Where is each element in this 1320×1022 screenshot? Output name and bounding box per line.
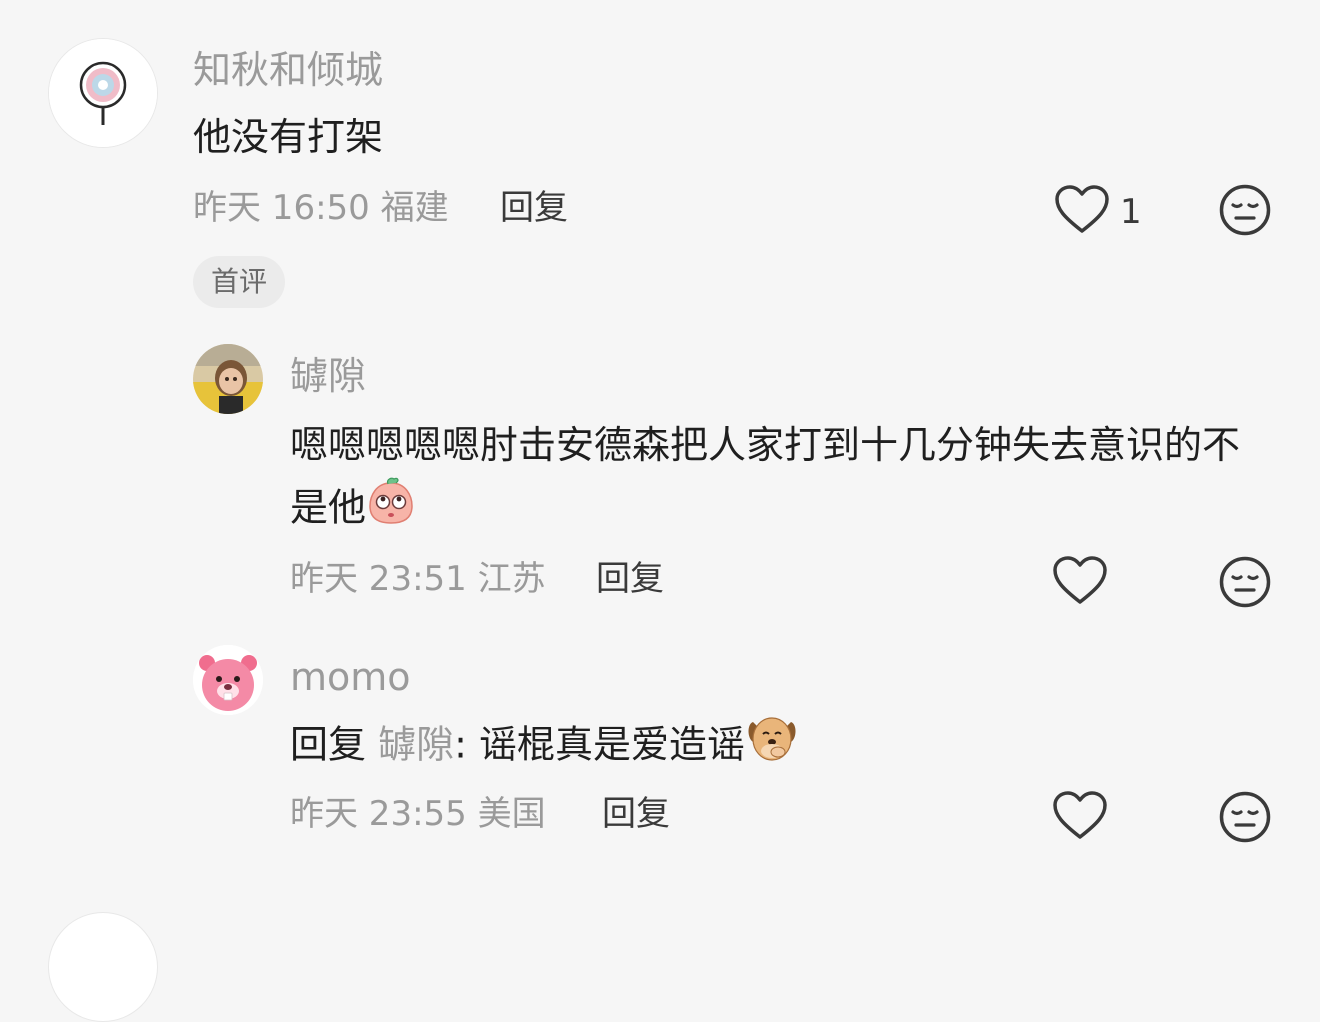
avatar[interactable] (193, 344, 263, 414)
avatar[interactable] (193, 645, 263, 715)
comment-location: 江苏 (477, 559, 546, 599)
peach-emoji-icon (366, 476, 416, 544)
comment-text: 回复 罅隙: 谣棍真是爱造谣 (290, 712, 799, 782)
reply-target-user[interactable]: 罅隙 (378, 723, 454, 767)
reply-button[interactable]: 回复 (602, 794, 670, 834)
comment-text: 他没有打架 (193, 115, 384, 159)
heart-outline-icon (1055, 185, 1109, 233)
lollipop-avatar-icon (49, 39, 157, 147)
dislike-button[interactable] (1218, 555, 1272, 613)
heart-outline-icon (1053, 791, 1107, 839)
comment-username[interactable]: 罅隙 (290, 354, 366, 398)
pink-beaver-avatar-icon (193, 645, 263, 715)
comment-meta: 昨天 16:50 福建 (193, 188, 449, 228)
first-comment-badge: 首评 (193, 256, 286, 308)
comment-time: 昨天 23:55 (290, 794, 467, 834)
comment-meta: 昨天 23:55 美国 (290, 794, 546, 834)
neutral-face-icon (1219, 556, 1271, 608)
comment-location: 福建 (380, 188, 449, 228)
neutral-face-icon (1219, 791, 1271, 843)
comment-meta: 昨天 23:51 江苏 (290, 559, 546, 599)
comment-text-body: : 谣棍真是爱造谣 (454, 722, 746, 767)
heart-outline-icon (1053, 556, 1107, 604)
like-count: 1 (1120, 192, 1142, 232)
comment-time: 昨天 23:51 (290, 559, 467, 599)
comment-username[interactable]: 知秋和倾城 (193, 48, 383, 92)
dog-emoji-icon (745, 712, 799, 782)
reply-button[interactable]: 回复 (500, 188, 568, 228)
reply-prefix: 回复 (290, 722, 367, 767)
photo-avatar-icon (193, 344, 263, 414)
comment-text: 嗯嗯嗯嗯嗯肘击安德森把人家打到十几分钟失去意识的不是他 (290, 414, 1250, 544)
neutral-face-icon (1219, 184, 1271, 236)
comment-location: 美国 (477, 794, 546, 834)
comment-username[interactable]: momo (290, 655, 411, 699)
comment-text-body: 嗯嗯嗯嗯嗯肘击安德森把人家打到十几分钟失去意识的不是他 (290, 423, 1241, 530)
reply-button[interactable]: 回复 (596, 559, 664, 599)
like-button[interactable] (1054, 184, 1110, 240)
avatar[interactable] (48, 912, 158, 1022)
like-button[interactable] (1052, 555, 1108, 611)
comment-time: 昨天 16:50 (193, 188, 370, 228)
like-button[interactable] (1052, 790, 1108, 846)
dislike-button[interactable] (1218, 183, 1272, 241)
dislike-button[interactable] (1218, 790, 1272, 848)
avatar[interactable] (48, 38, 158, 148)
